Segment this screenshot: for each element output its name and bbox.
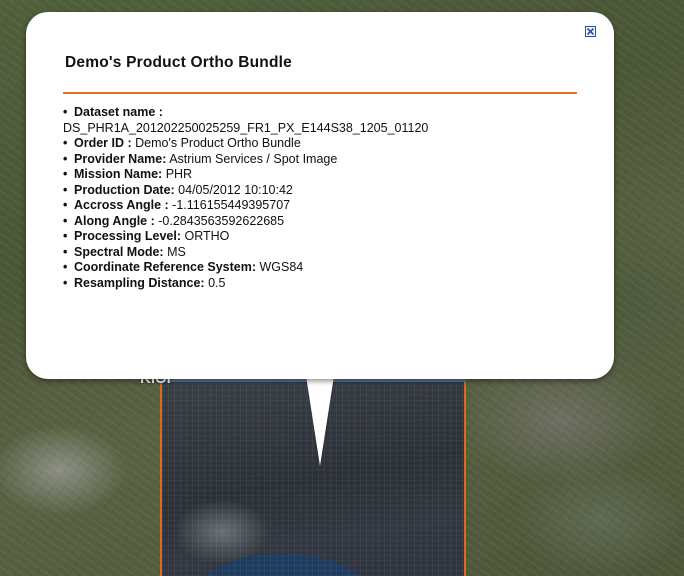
info-row-resampling-distance: • Resampling Distance: 0.5 [63,276,583,292]
close-icon[interactable] [585,26,596,37]
field-label: Processing Level: [74,229,181,243]
field-value: MS [163,244,186,259]
field-value: Demo's Product Ortho Bundle [131,136,301,150]
field-value: 0.5 [204,275,226,290]
bullet: • [63,213,68,228]
field-value: -1.116155449395707 [168,198,291,212]
bullet: • [63,260,68,274]
info-row-provider-name: • Provider Name: Astrium Services / Spot … [63,152,583,168]
field-value: PHR [162,167,193,181]
product-info-list: • Dataset name : DS_PHR1A_201202250025259… [63,105,583,291]
popup-title: Demo's Product Ortho Bundle [65,54,292,71]
bullet: • [63,105,68,119]
bullet: • [63,151,68,166]
bullet: • [63,136,68,150]
bullet: • [63,182,68,197]
info-row-production-date: • Production Date: 04/05/2012 10:10:42 [63,183,583,199]
field-label: Production Date: [74,182,175,197]
field-label: Coordinate Reference System: [74,260,257,274]
field-label: Mission Name: [74,167,163,181]
bullet: • [63,244,68,259]
info-row-dataset-name: • Dataset name : [63,105,583,121]
field-label: Accross Angle : [74,198,169,212]
bullet: • [63,167,68,181]
field-value: Astrium Services / Spot Image [166,151,338,166]
field-label: Along Angle : [74,213,155,228]
field-label: Order ID : [74,136,132,150]
info-row-order-id: • Order ID : Demo's Product Ortho Bundle [63,136,583,152]
bullet: • [63,198,68,212]
field-value: WGS84 [256,260,304,274]
balloon-pointer [306,376,334,466]
info-row-accross-angle: • Accross Angle : -1.116155449395707 [63,198,583,214]
field-label: Spectral Mode: [74,244,164,259]
field-value: -0.2843563592622685 [154,213,285,228]
dataset-name-value: DS_PHR1A_201202250025259_FR1_PX_E144S38_… [63,120,429,135]
title-divider [63,92,577,94]
field-label: Resampling Distance: [74,275,205,290]
info-row-mission-name: • Mission Name: PHR [63,167,583,183]
bullet: • [63,229,68,243]
field-value: ORTHO [181,229,230,243]
info-row-spectral-mode: • Spectral Mode: MS [63,245,583,261]
info-row-processing-level: • Processing Level: ORTHO [63,229,583,245]
field-value: 04/05/2012 10:10:42 [174,182,293,197]
bullet: • [63,275,68,290]
field-label: Dataset name : [74,105,163,119]
info-row-along-angle: • Along Angle : -0.2843563592622685 [63,214,583,230]
field-label: Provider Name: [74,151,167,166]
info-row-coordinate-reference-system: • Coordinate Reference System: WGS84 [63,260,583,276]
